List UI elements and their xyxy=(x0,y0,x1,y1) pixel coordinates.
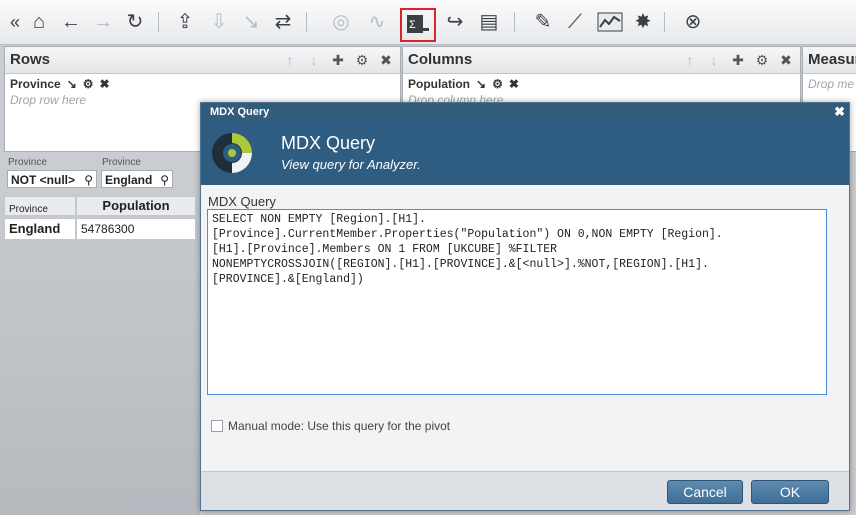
move-up-icon[interactable]: ↑ xyxy=(278,52,302,68)
binoculars-icon[interactable]: ◎ xyxy=(330,11,352,33)
toolbar: « ⌂ ← → ↻ ⇪ ⇩ ↘ ⇄ ◎ ∿ Σ ↪ ▤ ✎ ⟋ ✸ ⊗ xyxy=(0,0,856,45)
filter-value: NOT <null> xyxy=(11,173,76,187)
gear-icon[interactable]: ⚙ xyxy=(350,52,374,69)
close-icon[interactable]: ✖ xyxy=(374,52,398,69)
rows-field-label: Province xyxy=(10,77,61,91)
filter-value: England xyxy=(105,173,153,187)
line-chart-icon[interactable]: ∿ xyxy=(366,11,388,33)
dialog-footer: Cancel OK xyxy=(201,471,849,510)
share-icon[interactable]: ↪ xyxy=(444,11,466,33)
columns-field[interactable]: Population ↘ ⚙ ✖ xyxy=(408,77,519,91)
gear-icon[interactable]: ⚙ xyxy=(83,77,94,91)
upload-icon[interactable]: ⇪ xyxy=(174,11,196,33)
measures-title: Measur xyxy=(808,51,856,68)
ruler-icon[interactable]: ⟋ xyxy=(564,11,586,33)
forward-icon[interactable]: → xyxy=(92,11,114,33)
move-up-icon[interactable]: ↑ xyxy=(678,52,702,68)
columns-panel-actions: ↑ ↓ ✚ ⚙ ✖ xyxy=(678,52,798,69)
add-icon[interactable]: ✚ xyxy=(326,52,350,69)
filter-label: Province xyxy=(8,157,47,168)
drill-icon[interactable]: ↘ xyxy=(240,11,262,33)
grid-row-header: Province xyxy=(4,196,76,216)
filter-chip[interactable]: NOT <null> ⚲ xyxy=(7,170,97,188)
columns-field-label: Population xyxy=(408,77,470,91)
pivot-grid-area xyxy=(0,194,200,515)
mdx-query-icon[interactable]: Σ xyxy=(400,8,436,42)
search-icon[interactable]: ⚲ xyxy=(160,171,169,189)
manual-mode-checkbox[interactable]: Manual mode: Use this query for the pivo… xyxy=(211,419,450,433)
download-icon[interactable]: ⇩ xyxy=(208,11,230,33)
mdx-query-dialog: MDX Query ✖ MDX Query View query for Ana… xyxy=(200,102,850,511)
move-down-icon[interactable]: ↓ xyxy=(702,52,726,68)
toolbar-separator xyxy=(158,12,159,32)
collapse-icon[interactable]: « xyxy=(4,11,26,33)
home-icon[interactable]: ⌂ xyxy=(28,11,50,33)
gear-icon[interactable]: ⚙ xyxy=(750,52,774,69)
move-down-icon[interactable]: ↓ xyxy=(302,52,326,68)
filter-chip[interactable]: England ⚲ xyxy=(101,170,173,188)
svg-text:Σ: Σ xyxy=(409,19,416,31)
columns-title: Columns xyxy=(408,51,473,68)
back-icon[interactable]: ← xyxy=(60,11,82,33)
refresh-icon[interactable]: ↻ xyxy=(124,11,146,33)
search-icon[interactable]: ⚲ xyxy=(84,171,93,189)
dialog-bar-title: MDX Query xyxy=(210,106,270,118)
mdx-query-textarea[interactable]: SELECT NON EMPTY [Region].[H1]. [Provinc… xyxy=(207,209,827,395)
toolbar-separator xyxy=(514,12,515,32)
rows-drop-zone[interactable]: Drop row here xyxy=(10,93,86,107)
add-icon[interactable]: ✚ xyxy=(726,52,750,69)
close-icon[interactable]: ✖ xyxy=(774,52,798,69)
mdx-logo-icon xyxy=(212,133,252,173)
rows-title: Rows xyxy=(10,51,51,68)
manual-mode-label: Manual mode: Use this query for the pivo… xyxy=(228,419,451,433)
sparkline-icon[interactable] xyxy=(596,12,624,32)
rows-field[interactable]: Province ↘ ⚙ ✖ xyxy=(10,77,110,91)
gear-icon[interactable]: ⚙ xyxy=(492,77,503,91)
grid-column-header[interactable]: Population xyxy=(76,196,196,216)
rows-panel-actions: ↑ ↓ ✚ ⚙ ✖ xyxy=(278,52,398,69)
dialog-title-bar: MDX Query ✖ xyxy=(201,103,849,121)
ok-button[interactable]: OK xyxy=(751,480,829,504)
checkbox-box[interactable] xyxy=(211,420,223,432)
swap-icon[interactable]: ⇄ xyxy=(272,11,294,33)
grid-cell[interactable]: 54786300 xyxy=(76,218,196,240)
dialog-title: MDX Query xyxy=(281,133,376,153)
drill-icon[interactable]: ↘ xyxy=(67,77,77,91)
query-label: MDX Query xyxy=(208,194,276,209)
dialog-banner: MDX Query View query for Analyzer. xyxy=(201,121,849,185)
drill-icon[interactable]: ↘ xyxy=(476,77,486,91)
print-icon[interactable]: ▤ xyxy=(478,11,500,33)
dialog-subtitle: View query for Analyzer. xyxy=(281,157,421,172)
wrench-icon[interactable]: ✎ xyxy=(532,11,554,33)
close-icon[interactable]: ✖ xyxy=(834,103,845,121)
toolbar-separator xyxy=(664,12,665,32)
close-circle-icon[interactable]: ⊗ xyxy=(682,11,704,33)
filter-label: Province xyxy=(102,157,141,168)
measures-drop-zone[interactable]: Drop me xyxy=(808,77,854,91)
grid-row-label[interactable]: England xyxy=(4,218,76,240)
close-icon[interactable]: ✖ xyxy=(100,77,110,91)
burst-icon[interactable]: ✸ xyxy=(632,11,654,33)
cancel-button[interactable]: Cancel xyxy=(667,480,743,504)
close-icon[interactable]: ✖ xyxy=(509,77,519,91)
toolbar-separator xyxy=(306,12,307,32)
